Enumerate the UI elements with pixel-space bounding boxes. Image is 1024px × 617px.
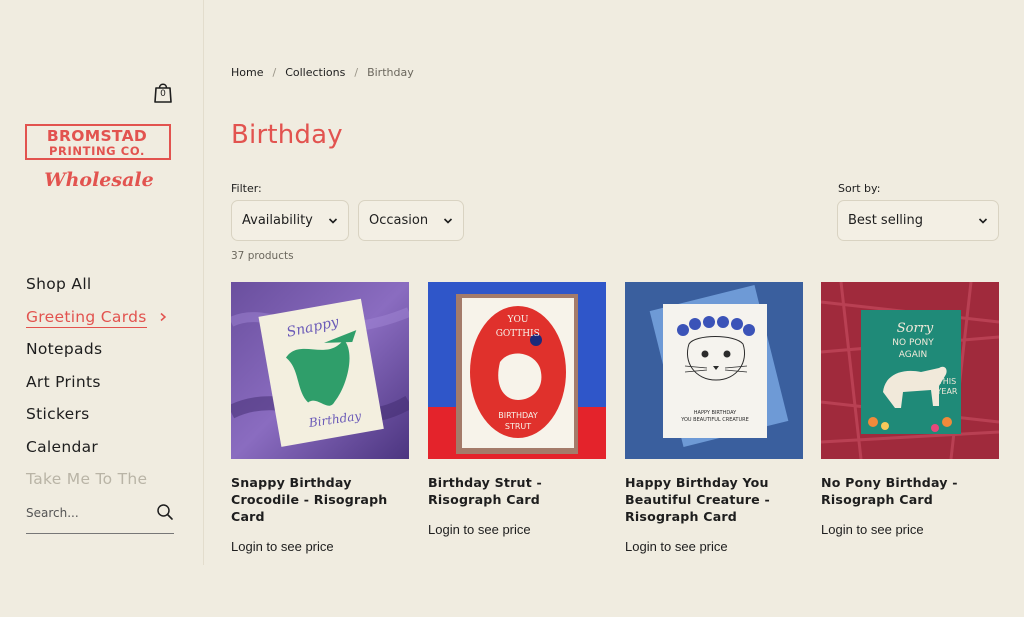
search-input[interactable] (26, 503, 146, 523)
nav-label: Notepads (26, 340, 103, 358)
card-text-no-pony: NO PONY (892, 338, 934, 348)
card-text-this: THIS (937, 377, 956, 386)
nav-item-take-me-to-the[interactable]: Take Me To The (26, 468, 186, 501)
breadcrumb-collections[interactable]: Collections (285, 66, 345, 79)
card-text-sorry: Sorry (897, 321, 934, 336)
card-text-this: THIS (516, 329, 540, 339)
product-image[interactable]: Snappy Birthday (231, 282, 409, 459)
product-title[interactable]: No Pony Birthday - Risograph Card (821, 474, 999, 508)
product-card: Snappy Birthday Snappy Birthday Crocodil… (231, 282, 409, 554)
breadcrumb-separator: / (272, 66, 277, 79)
sort-value: Best selling (848, 213, 924, 228)
product-price[interactable]: Login to see price (231, 539, 409, 554)
card-text-got: GOT (496, 329, 517, 339)
search-icon[interactable] (156, 503, 174, 521)
brand-logo[interactable]: BROMSTAD PRINTING CO. Wholesale (24, 123, 176, 195)
nav-item-art-prints[interactable]: Art Prints (26, 371, 186, 404)
cart-button[interactable]: 0 (152, 80, 174, 104)
chevron-down-icon (443, 218, 453, 224)
nav-item-notepads[interactable]: Notepads (26, 338, 186, 371)
product-image[interactable]: Sorry NO PONY AGAIN THIS YEAR (821, 282, 999, 459)
product-image[interactable]: YOU GOT THIS BIRTHDAY STRUT (428, 282, 606, 459)
nav-label: Art Prints (26, 372, 101, 391)
breadcrumb-home[interactable]: Home (231, 66, 263, 79)
availability-filter-dropdown[interactable]: Availability (231, 200, 349, 241)
logo-subname: PRINTING CO. (49, 144, 145, 158)
chevron-down-icon (328, 218, 338, 224)
nav-item-calendar[interactable]: Calendar (26, 436, 186, 469)
product-price[interactable]: Login to see price (821, 522, 999, 537)
product-price[interactable]: Login to see price (428, 522, 606, 537)
filter-label: Filter: (231, 182, 262, 195)
product-card: Sorry NO PONY AGAIN THIS YEAR No Pony Bi… (821, 282, 999, 537)
nav-label: Take Me To The (26, 470, 148, 488)
product-image[interactable]: HAPPY BIRTHDAY YOU BEAUTIFUL CREATURE (625, 282, 803, 459)
nav-label: Calendar (26, 437, 99, 456)
chevron-down-icon (978, 218, 988, 224)
product-title[interactable]: Snappy Birthday Crocodile - Risograph Ca… (231, 474, 409, 525)
product-price[interactable]: Login to see price (625, 539, 803, 554)
card-text-happy-birthday: HAPPY BIRTHDAY (694, 410, 737, 416)
product-title[interactable]: Happy Birthday You Beautiful Creature - … (625, 474, 803, 525)
card-text-again: AGAIN (899, 350, 928, 360)
nav-item-stickers[interactable]: Stickers (26, 403, 186, 436)
nav-label: Greeting Cards (26, 307, 147, 328)
cart-count: 0 (160, 89, 166, 99)
occasion-filter-dropdown[interactable]: Occasion (358, 200, 464, 241)
nav-item-greeting-cards[interactable]: Greeting Cards (26, 306, 186, 339)
nav-item-shop-all[interactable]: Shop All (26, 273, 186, 306)
logo-wholesale: Wholesale (44, 169, 154, 191)
breadcrumb-current: Birthday (367, 66, 414, 79)
breadcrumb-separator: / (354, 66, 359, 79)
product-card: HAPPY BIRTHDAY YOU BEAUTIFUL CREATURE Ha… (625, 282, 803, 554)
sort-dropdown[interactable]: Best selling (837, 200, 999, 241)
chevron-right-icon (160, 312, 167, 321)
sidebar: 0 BROMSTAD PRINTING CO. Wholesale Shop A… (0, 0, 204, 565)
card-text-strut: STRUT (505, 422, 531, 431)
sort-label: Sort by: (838, 182, 881, 195)
search-form (26, 500, 174, 534)
category-nav: Shop All Greeting Cards Notepads Art Pri… (26, 273, 186, 501)
logo-name: BROMSTAD (46, 127, 148, 145)
card-text-year: YEAR (936, 387, 958, 396)
card-text-birthday: BIRTHDAY (498, 411, 538, 420)
product-card: YOU GOT THIS BIRTHDAY STRUT Birthday Str… (428, 282, 606, 537)
product-count: 37 products (231, 250, 294, 262)
occasion-filter-label: Occasion (369, 213, 429, 228)
card-text-you-beautiful-creature: YOU BEAUTIFUL CREATURE (680, 417, 749, 423)
nav-label: Shop All (26, 275, 92, 293)
product-title[interactable]: Birthday Strut - Risograph Card (428, 474, 606, 508)
availability-filter-label: Availability (242, 213, 313, 228)
breadcrumb: Home / Collections / Birthday (231, 66, 414, 79)
nav-label: Stickers (26, 405, 90, 423)
card-text-you: YOU (507, 315, 529, 325)
page-title: Birthday (231, 120, 343, 150)
